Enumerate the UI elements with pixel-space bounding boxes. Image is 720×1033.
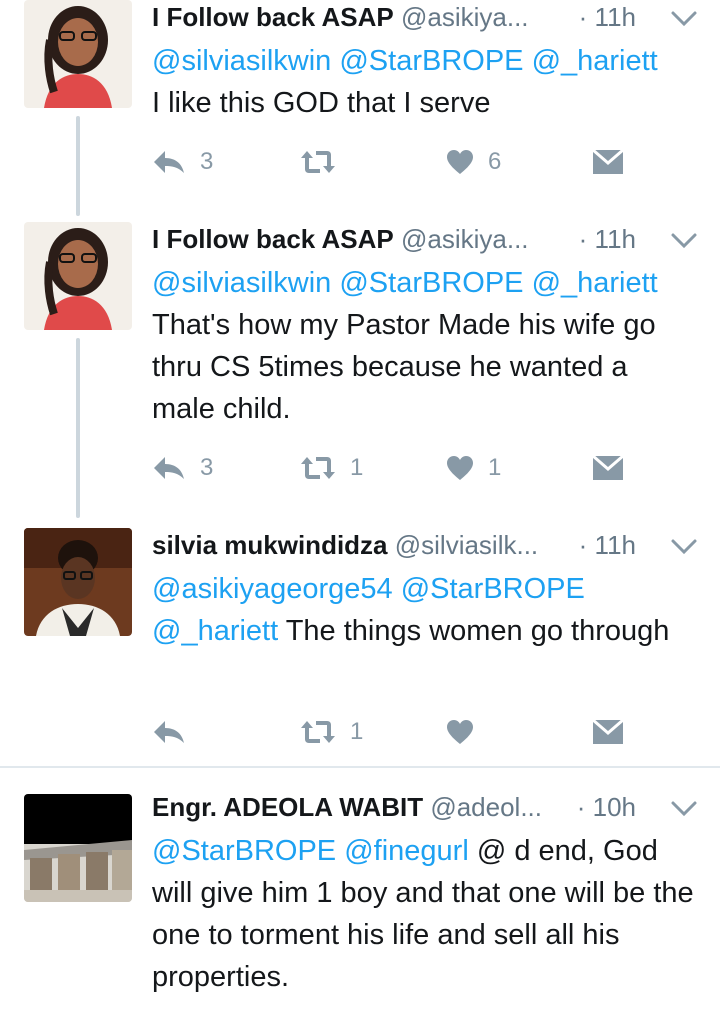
chevron-down-icon[interactable] [670, 536, 698, 558]
envelope-icon [592, 149, 624, 175]
timestamp[interactable]: 11h [595, 2, 636, 32]
retweet-button[interactable]: 1 [300, 448, 363, 488]
tweet-body: That's how my Pastor Made his wife go th… [152, 309, 656, 425]
retweet-icon [300, 149, 336, 175]
tweet-header: Engr. ADEOLA WABIT @adeol... · 10h [152, 792, 700, 832]
tweet-header: silvia mukwindidza @silviasilk... · 11h [152, 530, 700, 570]
thread-line [76, 116, 80, 216]
tweet-body: I like this GOD that I serve [152, 87, 491, 119]
retweet-icon [300, 719, 336, 745]
tweet-header: I Follow back ASAP @asikiya... · 11h [152, 224, 700, 264]
tweet-2[interactable]: I Follow back ASAP @asikiya... · 11h @si… [0, 222, 720, 518]
tweet-text: @silviasilkwin @StarBROPE @_hariett That… [152, 262, 698, 430]
mentions[interactable]: @StarBROPE @finegurl [152, 835, 469, 867]
display-name[interactable]: I Follow back ASAP [152, 2, 394, 32]
reply-icon [152, 149, 186, 175]
tweet-text: @asikiyageorge54 @StarBROPE @_hariett Th… [152, 568, 698, 652]
user-handle[interactable]: @asikiya... [401, 224, 529, 254]
tweet-actions: 3 1 1 [152, 448, 652, 488]
timestamp[interactable]: 11h [595, 224, 636, 254]
tweet-actions: 3 6 [152, 142, 652, 182]
avatar[interactable] [24, 222, 132, 330]
display-name[interactable]: I Follow back ASAP [152, 224, 394, 254]
display-name[interactable]: silvia mukwindidza [152, 530, 388, 560]
reply-count: 3 [200, 148, 214, 175]
tweet-actions: 1 [152, 712, 652, 752]
separator-dot: · [578, 2, 588, 32]
tweet-4[interactable]: Engr. ADEOLA WABIT @adeol... · 10h @Star… [0, 790, 720, 1033]
chevron-down-icon[interactable] [670, 8, 698, 30]
user-handle[interactable]: @asikiya... [401, 2, 529, 32]
tweet-text: @silviasilkwin @StarBROPE @_hariett I li… [152, 40, 698, 124]
reply-icon [152, 719, 186, 745]
chevron-down-icon[interactable] [670, 230, 698, 252]
tweet-header: I Follow back ASAP @asikiya... · 11h [152, 2, 700, 42]
retweet-button[interactable] [300, 142, 350, 182]
heart-icon [446, 719, 474, 745]
reply-button[interactable] [152, 712, 200, 752]
heart-icon [446, 455, 474, 481]
like-count: 6 [488, 148, 502, 175]
reply-icon [152, 455, 186, 481]
like-button[interactable] [446, 712, 488, 752]
retweet-icon [300, 455, 336, 481]
timestamp[interactable]: 10h [593, 792, 636, 822]
tweet-text: @StarBROPE @finegurl @ d end, God will g… [152, 830, 698, 998]
tweet-body: The things women go through [285, 615, 670, 647]
reply-count: 3 [200, 454, 214, 481]
avatar[interactable] [24, 0, 132, 108]
dm-button[interactable] [592, 448, 624, 488]
display-name[interactable]: Engr. ADEOLA WABIT [152, 792, 423, 822]
reply-button[interactable]: 3 [152, 448, 213, 488]
reply-button[interactable]: 3 [152, 142, 213, 182]
retweet-count: 1 [350, 454, 364, 481]
mentions[interactable]: @silviasilkwin @StarBROPE @_hariett [152, 262, 698, 304]
heart-icon [446, 149, 474, 175]
avatar[interactable] [24, 794, 132, 902]
dm-button[interactable] [592, 712, 624, 752]
separator-dot: · [578, 530, 588, 560]
avatar[interactable] [24, 528, 132, 636]
chevron-down-icon[interactable] [670, 798, 698, 820]
separator-dot: · [576, 792, 586, 822]
like-button[interactable]: 1 [446, 448, 501, 488]
envelope-icon [592, 455, 624, 481]
timestamp[interactable]: 11h [595, 530, 636, 560]
envelope-icon [592, 719, 624, 745]
divider [0, 766, 720, 768]
like-button[interactable]: 6 [446, 142, 501, 182]
mentions[interactable]: @silviasilkwin @StarBROPE @_hariett [152, 40, 698, 82]
separator-dot: · [578, 224, 588, 254]
tweet-1[interactable]: I Follow back ASAP @asikiya... · 11h @si… [0, 0, 720, 216]
thread-line [76, 338, 80, 518]
user-handle[interactable]: @silviasilk... [395, 530, 538, 560]
tweet-3[interactable]: silvia mukwindidza @silviasilk... · 11h … [0, 528, 720, 764]
retweet-button[interactable]: 1 [300, 712, 363, 752]
retweet-count: 1 [350, 718, 364, 745]
user-handle[interactable]: @adeol... [430, 792, 542, 822]
like-count: 1 [488, 454, 502, 481]
dm-button[interactable] [592, 142, 624, 182]
